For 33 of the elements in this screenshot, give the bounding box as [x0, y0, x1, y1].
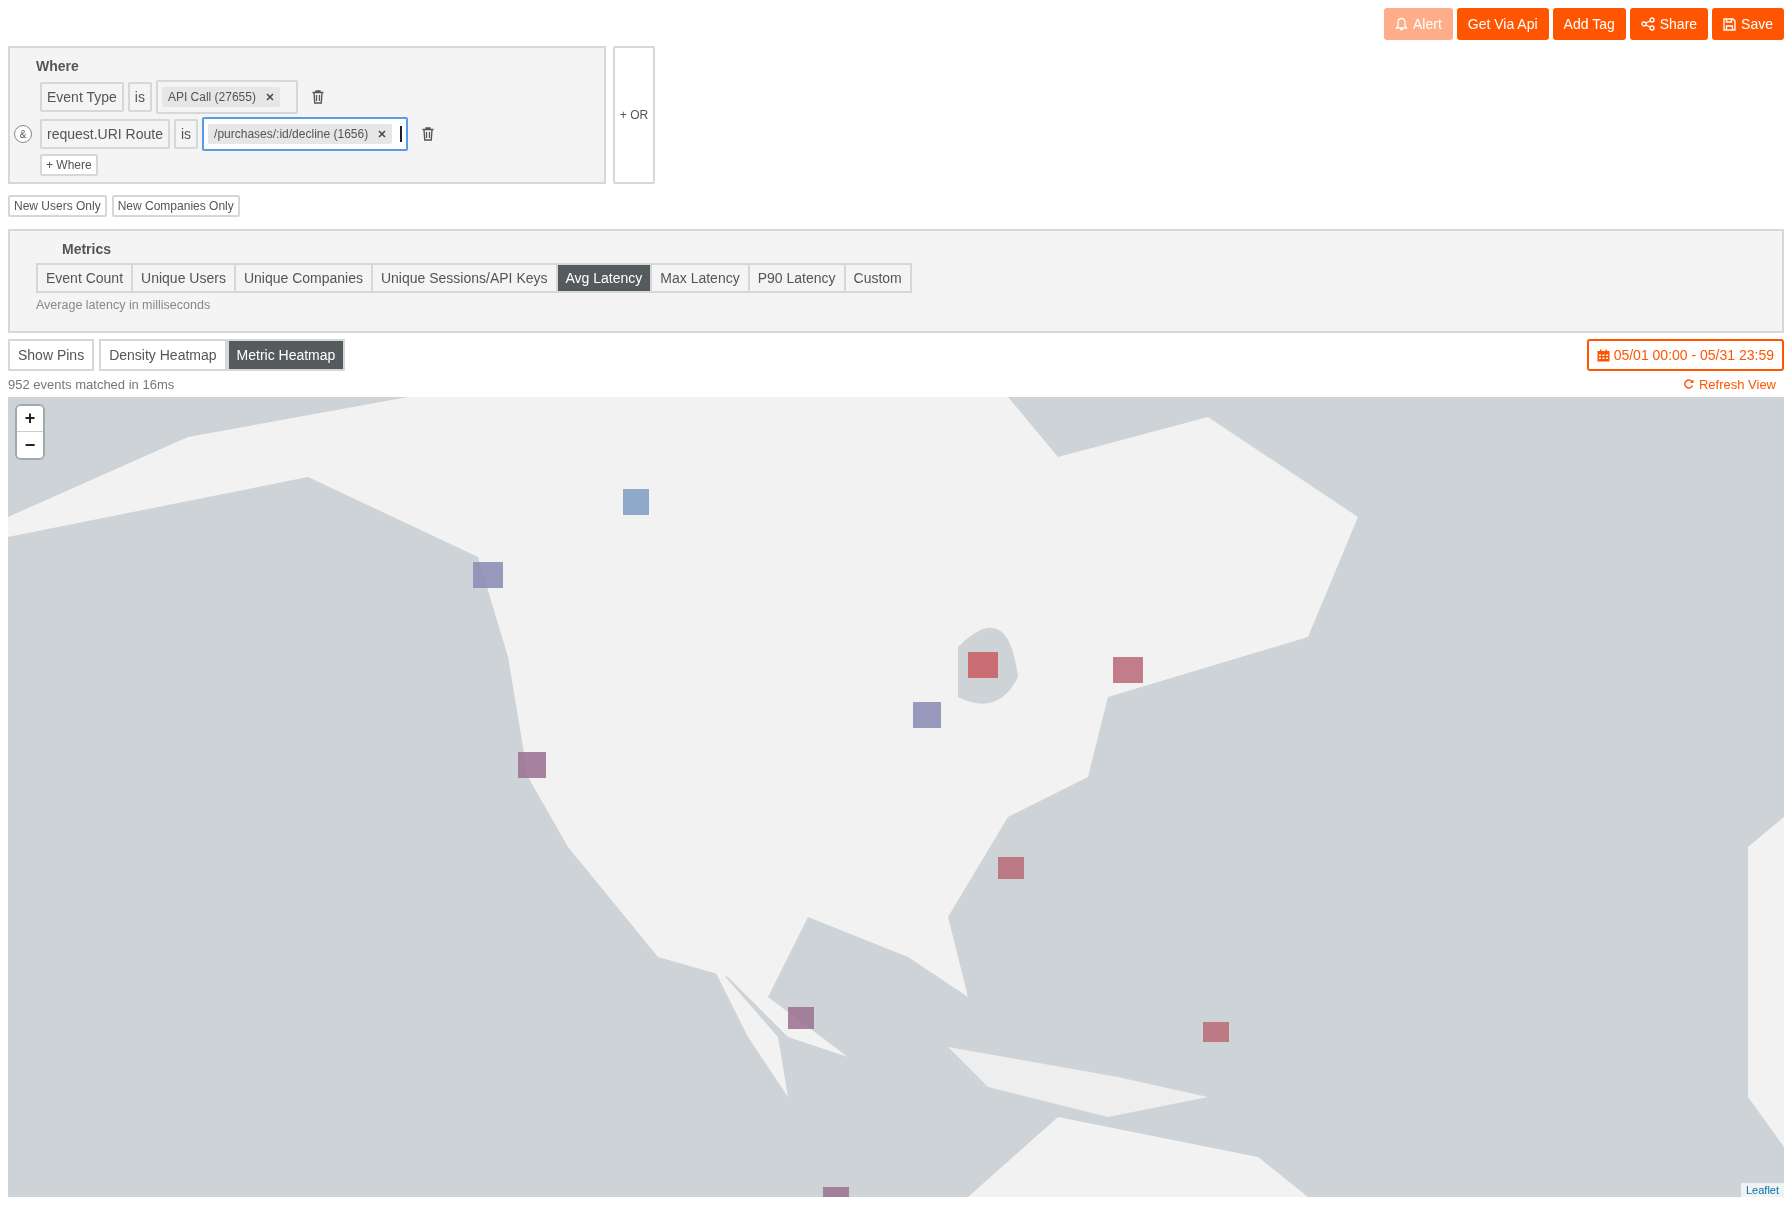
status-text: 952 events matched in 16ms [8, 376, 175, 392]
value-field[interactable]: /purchases/:id/decline (1656) [202, 117, 408, 151]
bell-icon [1395, 17, 1408, 31]
attribution-link[interactable]: Leaflet [1740, 1183, 1784, 1197]
view-mode-button[interactable]: Metric Heatmap [226, 339, 346, 371]
panel-title: Where [36, 58, 80, 74]
share-icon [1640, 17, 1655, 31]
refresh-icon [1683, 379, 1694, 389]
filter-button[interactable]: New Companies Only [111, 195, 240, 217]
close-icon[interactable] [265, 93, 274, 101]
connector-badge: & [14, 125, 32, 143]
calendar-icon [1596, 348, 1610, 362]
trash-icon[interactable] [421, 127, 434, 141]
value-tag: API Call (27655) [161, 87, 280, 107]
operator-selector[interactable]: is [173, 119, 199, 149]
view-mode-button[interactable]: Show Pins [8, 339, 95, 371]
field-selector[interactable]: Event Type [40, 82, 124, 112]
zoom-in-button[interactable]: + [17, 406, 43, 432]
add-where-button[interactable]: + Where [40, 154, 98, 176]
field-selector[interactable]: request.URI Route [40, 119, 170, 149]
close-icon[interactable] [378, 130, 387, 138]
trash-icon[interactable] [311, 90, 324, 104]
save-icon [1723, 17, 1737, 31]
filter-button[interactable]: New Users Only [8, 195, 107, 217]
add-or-button[interactable]: + OR [613, 46, 655, 184]
metric-description: Average latency in milliseconds [36, 298, 212, 312]
operator-selector[interactable]: is [127, 82, 152, 112]
view-mode-button[interactable]: Density Heatmap [99, 339, 227, 371]
panel-title: Metrics [62, 241, 113, 257]
value-field[interactable]: API Call (27655) [155, 80, 298, 114]
text-cursor [400, 126, 402, 142]
metric-tab[interactable]: Avg Latency [557, 265, 653, 291]
value-tag: /purchases/:id/decline (1656) [208, 124, 393, 144]
